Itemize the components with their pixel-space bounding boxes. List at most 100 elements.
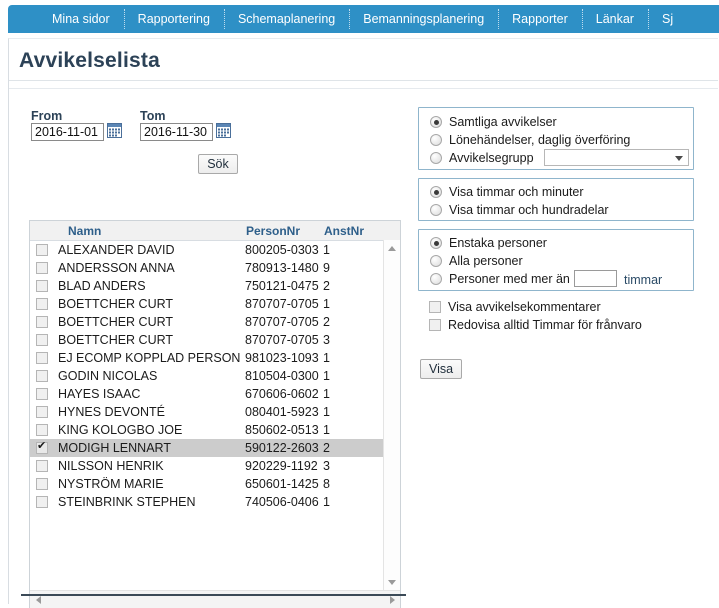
row-checkbox[interactable] xyxy=(36,460,48,472)
cell-personnr: 590122-2603 xyxy=(245,441,319,455)
radio-row-lonehandelser[interactable]: Lönehändelser, daglig överföring xyxy=(430,133,630,147)
nav-label: Länkar xyxy=(595,12,634,26)
person-list-rows: ALEXANDER DAVID 800205-0303 1 ANDERSSON ANN… xyxy=(30,241,400,591)
column-header-anstnr[interactable]: AnstNr xyxy=(324,224,364,238)
radio-row-avvikelsegrupp[interactable]: Avvikelsegrupp xyxy=(430,151,534,165)
cell-namn: GODIN NICOLAS xyxy=(58,369,158,383)
table-row[interactable]: BOETTCHER CURT 870707-0705 1 xyxy=(30,295,400,313)
table-row[interactable]: BOETTCHER CURT 870707-0705 3 xyxy=(30,331,400,349)
checkbox-row-redovisa-alltid-timmar[interactable]: Redovisa alltid Timmar för frånvaro xyxy=(429,318,642,332)
row-checkbox[interactable] xyxy=(36,478,48,490)
cell-namn: ALEXANDER DAVID xyxy=(58,243,175,257)
table-row[interactable]: KING KOLOGBO JOE 850602-0513 1 xyxy=(30,421,400,439)
radio-enstaka-personer[interactable] xyxy=(430,237,442,249)
cell-personnr: 981023-1093 xyxy=(245,351,319,365)
checkbox-redovisa-alltid-timmar[interactable] xyxy=(429,319,441,331)
table-row[interactable]: ANDERSSON ANNA 780913-1480 9 xyxy=(30,259,400,277)
radio-row-timmar-hundradelar[interactable]: Visa timmar och hundradelar xyxy=(430,203,609,217)
option-group-person-scope: Enstaka personer Alla personer Personer … xyxy=(418,229,694,291)
table-row[interactable]: ALEXANDER DAVID 800205-0303 1 xyxy=(30,241,400,259)
nav-label: Rapporter xyxy=(512,12,568,26)
nav-label: Schemaplanering xyxy=(237,12,336,26)
nav-item-bemanningsplanering[interactable]: Bemanningsplanering xyxy=(349,5,498,33)
from-date-input[interactable] xyxy=(31,123,104,141)
nav-item-sjukanmalan[interactable]: Sj xyxy=(647,5,687,33)
radio-avvikelsegrupp[interactable] xyxy=(430,152,442,164)
cell-personnr: 810504-0300 xyxy=(245,369,319,383)
table-row[interactable]: BOETTCHER CURT 870707-0705 2 xyxy=(30,313,400,331)
row-checkbox[interactable] xyxy=(36,316,48,328)
nav-item-mina-sidor[interactable]: Mina sidor xyxy=(38,5,124,33)
table-row[interactable]: HAYES ISAAC 670606-0602 1 xyxy=(30,385,400,403)
title-divider-secondary xyxy=(9,88,718,89)
radio-row-enstaka-personer[interactable]: Enstaka personer xyxy=(430,236,547,250)
from-date-label: From xyxy=(31,109,63,123)
person-list: Namn PersonNr AnstNr ALEXANDER DAVID 8002… xyxy=(29,220,401,608)
radio-alla-personer[interactable] xyxy=(430,255,442,267)
table-row[interactable]: BLAD ANDERS 750121-0475 2 xyxy=(30,277,400,295)
radio-row-alla-personer[interactable]: Alla personer xyxy=(430,254,523,268)
checkbox-label: Visa avvikelsekommentarer xyxy=(448,300,601,314)
application-screen: Mina sidor Rapportering Schemaplanering … xyxy=(0,0,719,608)
radio-row-personer-mer-an[interactable]: Personer med mer än xyxy=(430,272,570,286)
cell-personnr: 780913-1480 xyxy=(245,261,319,275)
row-checkbox[interactable] xyxy=(36,388,48,400)
show-button[interactable]: Visa xyxy=(420,359,462,379)
cell-personnr: 870707-0705 xyxy=(245,297,319,311)
list-vertical-scrollbar[interactable] xyxy=(383,240,400,590)
triangle-up-icon[interactable] xyxy=(384,240,400,256)
row-checkbox[interactable] xyxy=(36,440,48,454)
hours-threshold-input[interactable] xyxy=(574,270,617,287)
row-checkbox[interactable] xyxy=(36,370,48,382)
hours-suffix-label: timmar xyxy=(624,273,663,287)
row-checkbox[interactable] xyxy=(36,244,48,256)
radio-lonehandelser[interactable] xyxy=(430,134,442,146)
row-checkbox[interactable] xyxy=(36,298,48,310)
chevron-down-icon xyxy=(675,156,683,161)
radio-label: Lönehändelser, daglig överföring xyxy=(449,133,631,147)
cell-namn: KING KOLOGBO JOE xyxy=(58,423,183,437)
column-header-personnr[interactable]: PersonNr xyxy=(246,224,300,238)
table-row[interactable]: STEINBRINK STEPHEN 740506-0406 1 xyxy=(30,493,400,511)
radio-personer-mer-an[interactable] xyxy=(430,273,442,285)
checkbox-label: Redovisa alltid Timmar för frånvaro xyxy=(448,318,642,332)
table-row[interactable]: MODIGH LENNART 590122-2603 2 xyxy=(30,439,400,457)
radio-timmar-minuter[interactable] xyxy=(430,186,442,198)
row-checkbox[interactable] xyxy=(36,352,48,364)
column-header-namn[interactable]: Namn xyxy=(68,224,101,238)
calendar-icon[interactable] xyxy=(216,123,231,138)
table-row[interactable]: GODIN NICOLAS 810504-0300 1 xyxy=(30,367,400,385)
cell-anstnr: 2 xyxy=(323,279,330,293)
cell-namn: BOETTCHER CURT xyxy=(58,315,174,329)
radio-timmar-hundradelar[interactable] xyxy=(430,204,442,216)
radio-row-timmar-minuter[interactable]: Visa timmar och minuter xyxy=(430,185,584,199)
table-row[interactable]: EJ ECOMP KOPPLAD PERSON 981023-1093 1 xyxy=(30,349,400,367)
triangle-down-icon[interactable] xyxy=(384,574,400,590)
cell-namn: EJ ECOMP KOPPLAD PERSON xyxy=(58,351,241,365)
nav-item-rapportering[interactable]: Rapportering xyxy=(123,5,224,33)
calendar-icon[interactable] xyxy=(107,123,122,138)
avvikelsegrupp-dropdown[interactable] xyxy=(544,149,689,166)
nav-item-rapporter[interactable]: Rapporter xyxy=(498,5,582,33)
row-checkbox[interactable] xyxy=(36,496,48,508)
table-row[interactable]: HYNES DEVONTÉ 080401-5923 1 xyxy=(30,403,400,421)
checkbox-row-visa-avvikelsekommentarer[interactable]: Visa avvikelsekommentarer xyxy=(429,300,601,314)
row-checkbox[interactable] xyxy=(36,280,48,292)
person-list-header: Namn PersonNr AnstNr xyxy=(30,221,400,241)
radio-row-samtliga-avvikelser[interactable]: Samtliga avvikelser xyxy=(430,115,557,129)
search-button[interactable]: Sök xyxy=(198,154,238,174)
list-horizontal-scrollbar[interactable] xyxy=(30,590,400,608)
row-checkbox[interactable] xyxy=(36,262,48,274)
table-row[interactable]: NILSSON HENRIK 920229-1192 3 xyxy=(30,457,400,475)
cell-anstnr: 1 xyxy=(323,243,330,257)
row-checkbox[interactable] xyxy=(36,406,48,418)
row-checkbox[interactable] xyxy=(36,424,48,436)
cell-anstnr: 1 xyxy=(323,387,330,401)
nav-item-schemaplanering[interactable]: Schemaplanering xyxy=(223,5,349,33)
checkbox-visa-avvikelsekommentarer[interactable] xyxy=(429,301,441,313)
radio-samtliga-avvikelser[interactable] xyxy=(430,116,442,128)
table-row[interactable]: NYSTRÖM MARIE 650601-1425 8 xyxy=(30,475,400,493)
tom-date-input[interactable] xyxy=(140,123,213,141)
row-checkbox[interactable] xyxy=(36,334,48,346)
nav-item-lankar[interactable]: Länkar xyxy=(581,5,648,33)
